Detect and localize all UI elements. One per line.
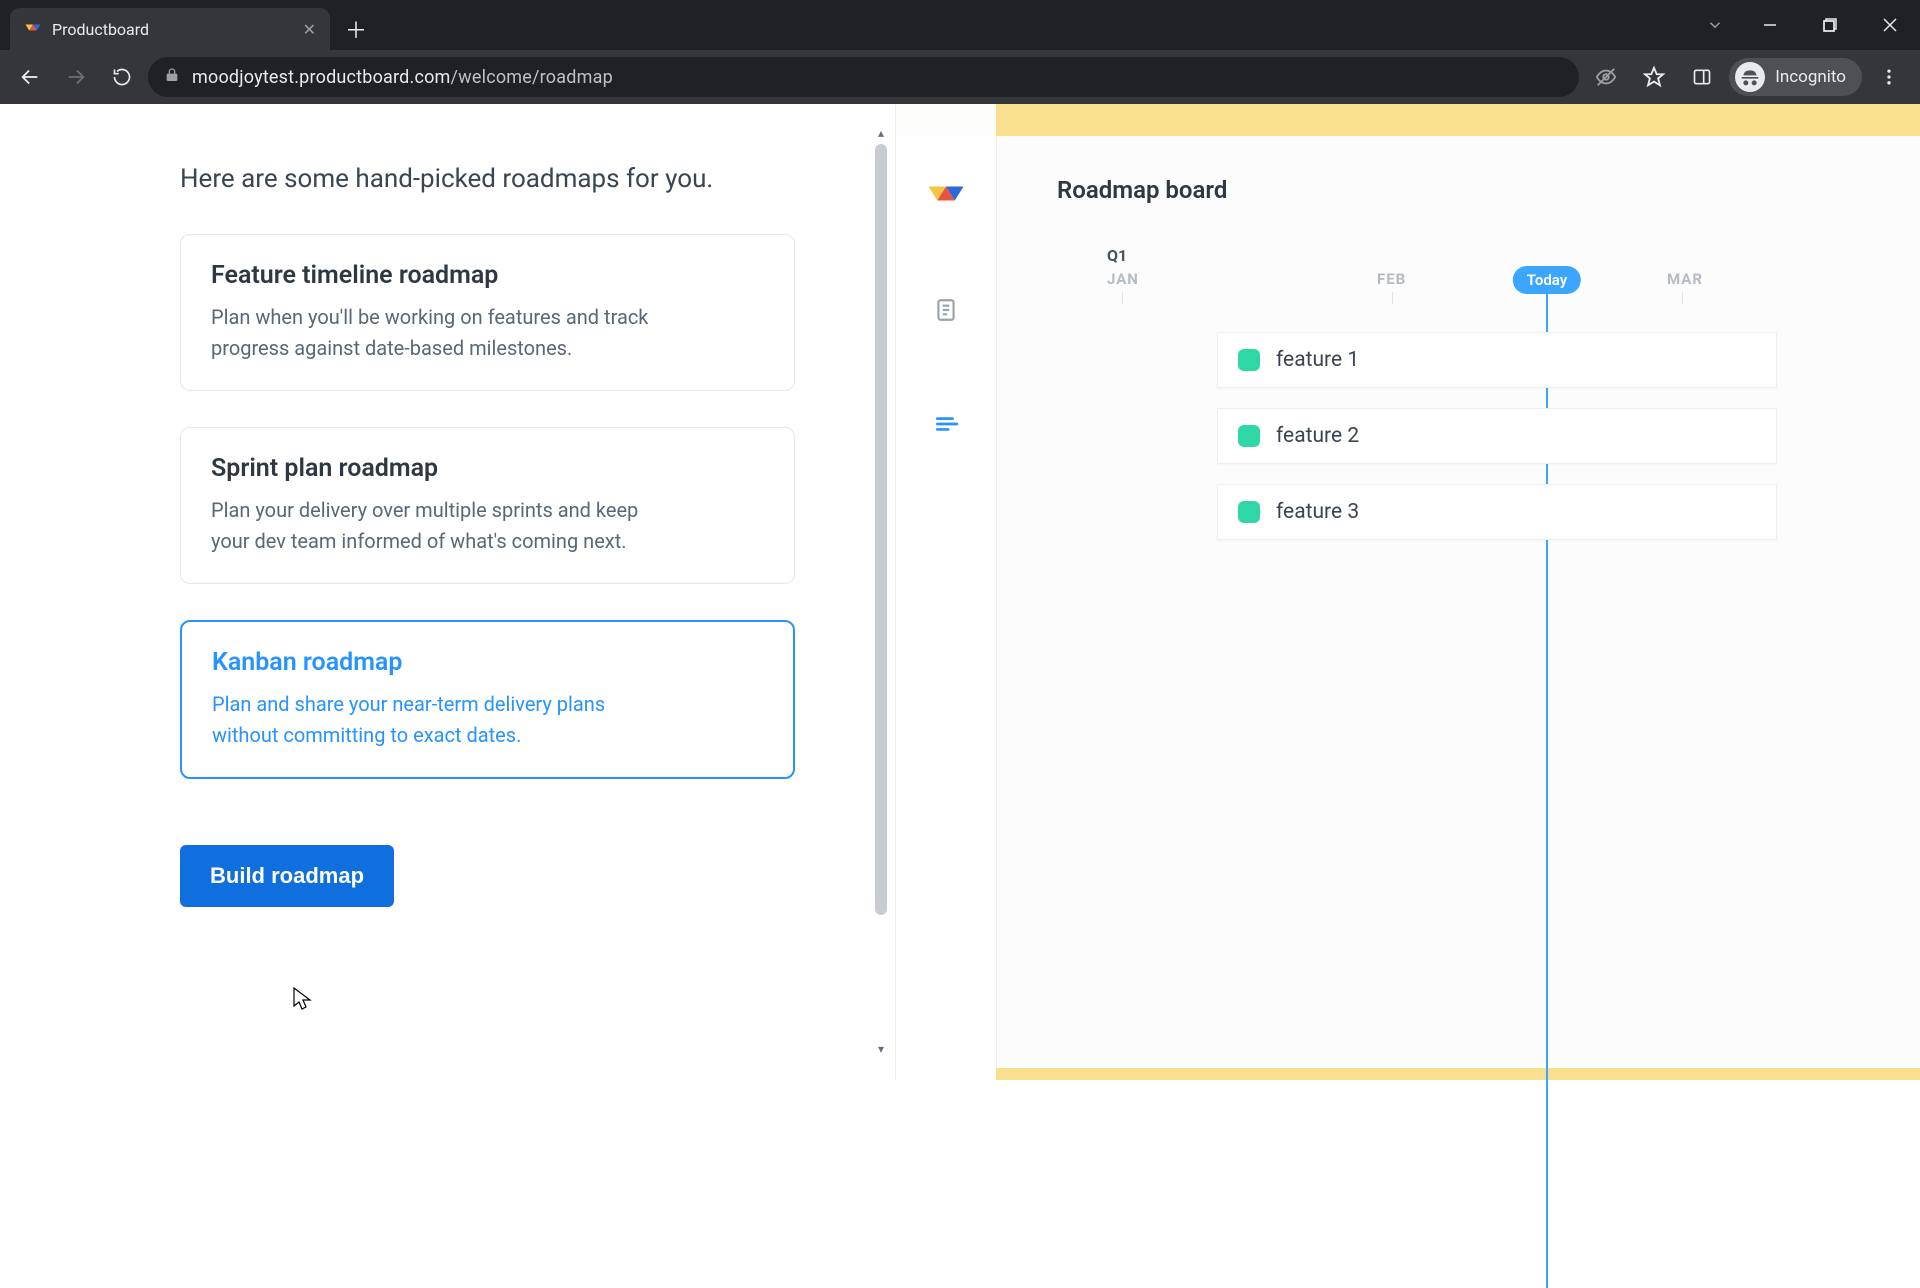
option-title: Feature timeline roadmap <box>211 261 764 290</box>
new-tab-button[interactable]: ＋ <box>338 11 374 47</box>
month-label-mar: MAR <box>1667 270 1703 288</box>
lock-icon <box>164 67 180 87</box>
incognito-indicator[interactable]: Incognito <box>1729 58 1862 96</box>
feature-bar[interactable]: feature 3 <box>1217 484 1777 540</box>
close-window-icon[interactable] <box>1860 0 1920 50</box>
url-path: /welcome/roadmap <box>451 67 613 88</box>
productboard-logo-icon <box>925 176 967 218</box>
option-title: Kanban roadmap <box>212 648 763 677</box>
kebab-menu-icon[interactable] <box>1868 56 1910 98</box>
option-desc: Plan your delivery over multiple sprints… <box>211 495 671 557</box>
option-sprint-plan[interactable]: Sprint plan roadmap Plan your delivery o… <box>180 427 795 584</box>
page-viewport: Here are some hand-picked roadmaps for y… <box>0 104 1920 1080</box>
preview-bottom-banner <box>996 1068 1920 1080</box>
option-desc: Plan when you'll be working on features … <box>211 302 671 364</box>
preview-board-title: Roadmap board <box>1057 176 1920 204</box>
quarter-label: Q1 <box>1107 246 1127 265</box>
back-button[interactable] <box>10 57 50 97</box>
eye-off-icon[interactable] <box>1585 56 1627 98</box>
url-text: moodjoytest.productboard.com/welcome/roa… <box>192 67 613 88</box>
side-panel-icon[interactable] <box>1681 56 1723 98</box>
minimize-window-icon[interactable] <box>1740 0 1800 50</box>
url-host: moodjoytest.productboard.com <box>192 67 451 88</box>
month-label-jan: JAN <box>1107 270 1139 288</box>
month-tick <box>1682 292 1683 304</box>
feature-label: feature 3 <box>1276 500 1359 524</box>
month-tick <box>1122 292 1123 304</box>
option-kanban[interactable]: Kanban roadmap Plan and share your near-… <box>180 620 795 779</box>
feature-color-chip <box>1238 349 1260 371</box>
browser-toolbar: moodjoytest.productboard.com/welcome/roa… <box>0 50 1920 104</box>
preview-board: Roadmap board Q1 JAN FEB MAR Today featu… <box>996 136 1920 1068</box>
browser-titlebar: Productboard ✕ ＋ <box>0 0 1920 50</box>
productboard-favicon-icon <box>24 20 42 38</box>
month-tick <box>1392 292 1393 304</box>
feature-label: feature 1 <box>1276 348 1359 372</box>
incognito-avatar-icon <box>1735 62 1765 92</box>
option-feature-timeline[interactable]: Feature timeline roadmap Plan when you'l… <box>180 234 795 391</box>
tab-search-icon[interactable] <box>1690 0 1740 50</box>
option-desc: Plan and share your near-term delivery p… <box>212 689 672 751</box>
feature-color-chip <box>1238 501 1260 523</box>
month-label-feb: FEB <box>1377 270 1406 288</box>
roadmap-picker-panel: Here are some hand-picked roadmaps for y… <box>0 104 895 1080</box>
roadmap-preview: Roadmap board Q1 JAN FEB MAR Today featu… <box>895 104 1920 1080</box>
rail-notes-icon[interactable] <box>924 288 968 332</box>
mouse-cursor-icon <box>293 987 313 1013</box>
forward-button[interactable] <box>56 57 96 97</box>
window-controls <box>1690 0 1920 50</box>
tab-title: Productboard <box>52 20 293 39</box>
reload-button[interactable] <box>102 57 142 97</box>
maximize-window-icon[interactable] <box>1800 0 1860 50</box>
scroll-thumb[interactable] <box>875 144 887 915</box>
rail-timeline-icon[interactable] <box>924 402 968 446</box>
feature-label: feature 2 <box>1276 424 1359 448</box>
preview-top-banner <box>996 104 1920 136</box>
feature-bar[interactable]: feature 1 <box>1217 332 1777 388</box>
scrollbar[interactable]: ▴ ▾ <box>873 144 889 1040</box>
address-bar[interactable]: moodjoytest.productboard.com/welcome/roa… <box>148 57 1579 97</box>
picker-heading: Here are some hand-picked roadmaps for y… <box>180 164 835 194</box>
incognito-label: Incognito <box>1775 67 1846 87</box>
option-title: Sprint plan roadmap <box>211 454 764 483</box>
preview-rail <box>896 136 996 1080</box>
feature-bar[interactable]: feature 2 <box>1217 408 1777 464</box>
feature-color-chip <box>1238 425 1260 447</box>
close-tab-icon[interactable]: ✕ <box>303 20 316 39</box>
build-roadmap-button[interactable]: Build roadmap <box>180 845 394 907</box>
scroll-down-icon[interactable]: ▾ <box>873 1042 889 1058</box>
timeline-header: Q1 JAN FEB MAR Today <box>1077 246 1920 302</box>
browser-tab[interactable]: Productboard ✕ <box>10 8 330 50</box>
scroll-up-icon[interactable]: ▴ <box>873 126 889 142</box>
bookmark-star-icon[interactable] <box>1633 56 1675 98</box>
